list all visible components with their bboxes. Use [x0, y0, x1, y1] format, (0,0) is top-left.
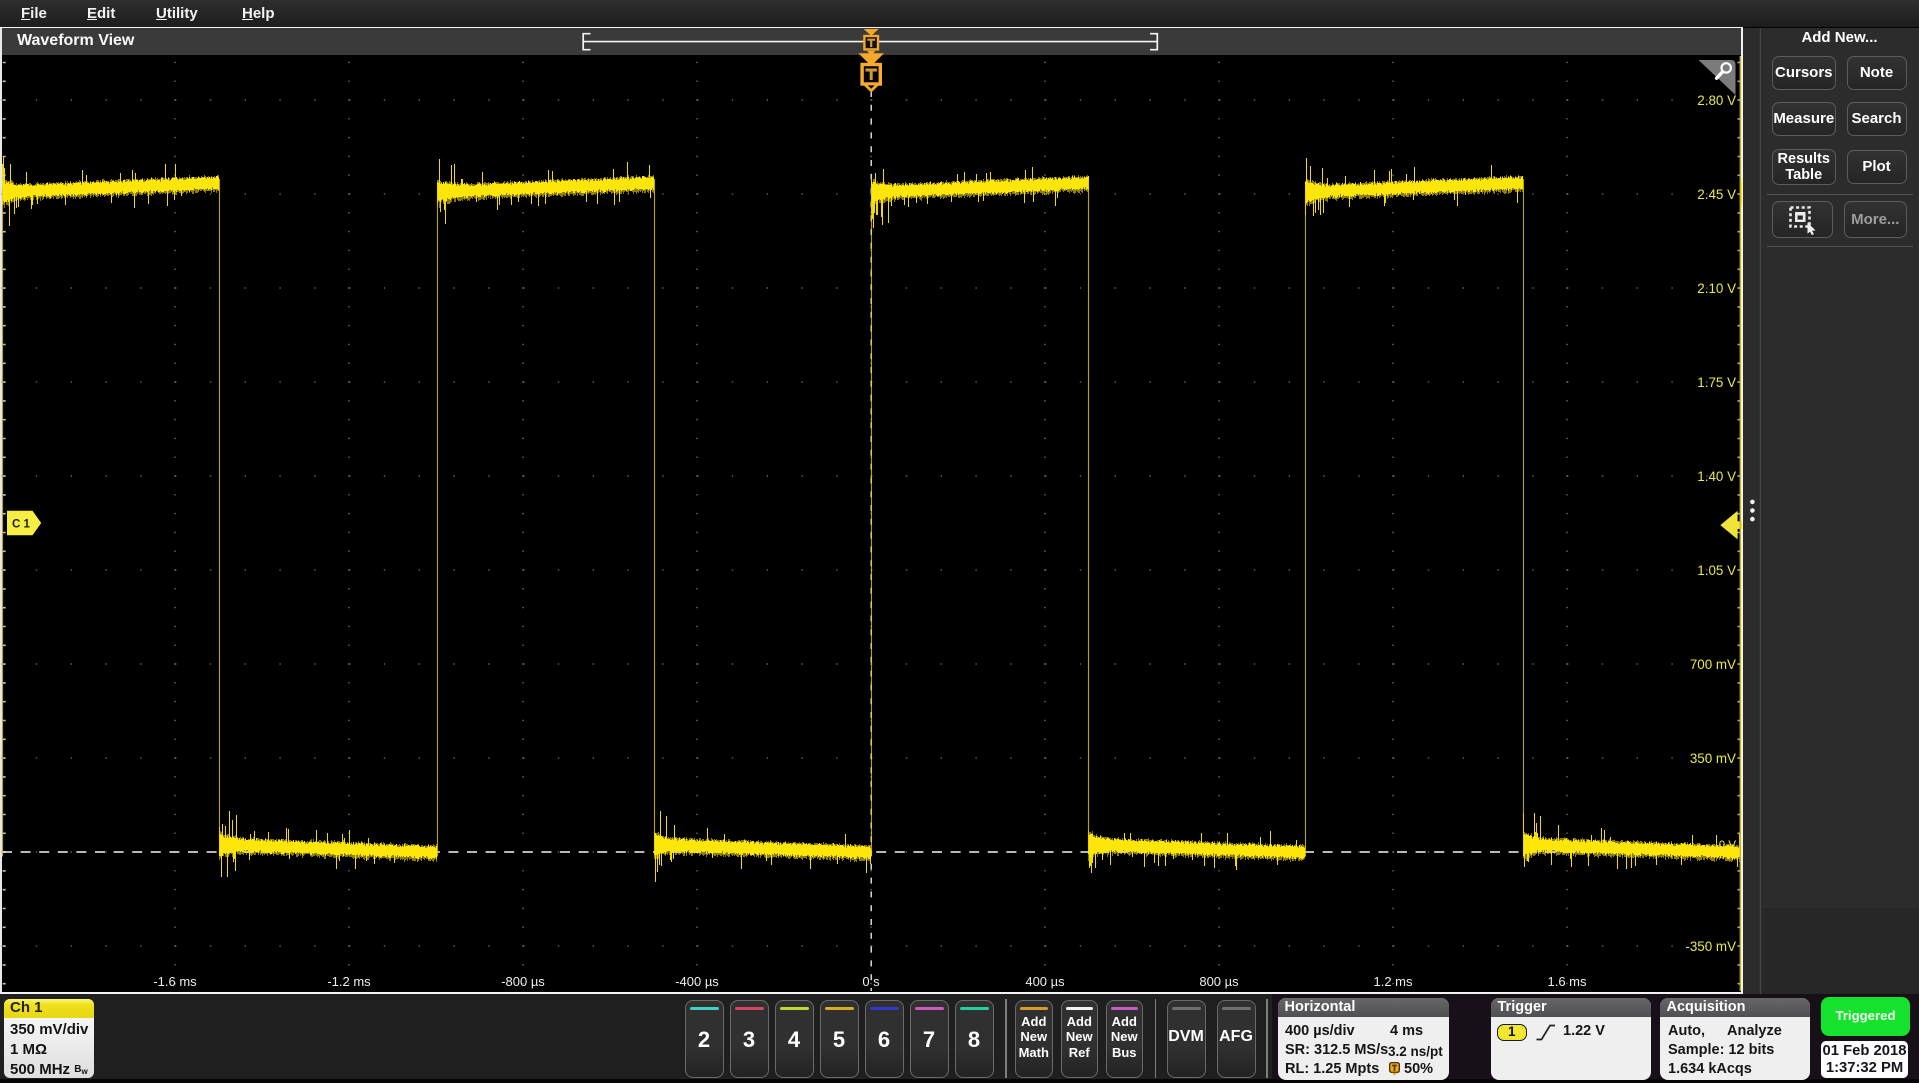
svg-text:C 1: C 1: [12, 519, 31, 531]
svg-text:-1.6 ms: -1.6 ms: [153, 974, 197, 989]
svg-text:-400 µs: -400 µs: [675, 974, 719, 989]
svg-text:800 µs: 800 µs: [1199, 974, 1239, 989]
svg-text:350 mV: 350 mV: [1690, 751, 1736, 766]
svg-text:0 s: 0 s: [862, 974, 880, 989]
svg-text:2.80 V: 2.80 V: [1697, 93, 1736, 108]
svg-text:-350 mV: -350 mV: [1685, 939, 1736, 954]
svg-text:1.05 V: 1.05 V: [1697, 563, 1736, 578]
svg-text:-800 µs: -800 µs: [501, 974, 545, 989]
svg-text:2.45 V: 2.45 V: [1697, 187, 1736, 202]
svg-text:1.6 ms: 1.6 ms: [1547, 974, 1587, 989]
svg-text:1.75 V: 1.75 V: [1697, 375, 1736, 390]
svg-text:700 mV: 700 mV: [1690, 657, 1736, 672]
svg-text:0 V: 0 V: [1719, 840, 1737, 852]
svg-text:1.2 ms: 1.2 ms: [1373, 974, 1413, 989]
svg-text:2.10 V: 2.10 V: [1697, 281, 1736, 296]
svg-text:400 µs: 400 µs: [1025, 974, 1065, 989]
svg-text:-1.2 ms: -1.2 ms: [327, 974, 371, 989]
svg-text:1.40 V: 1.40 V: [1697, 469, 1736, 484]
